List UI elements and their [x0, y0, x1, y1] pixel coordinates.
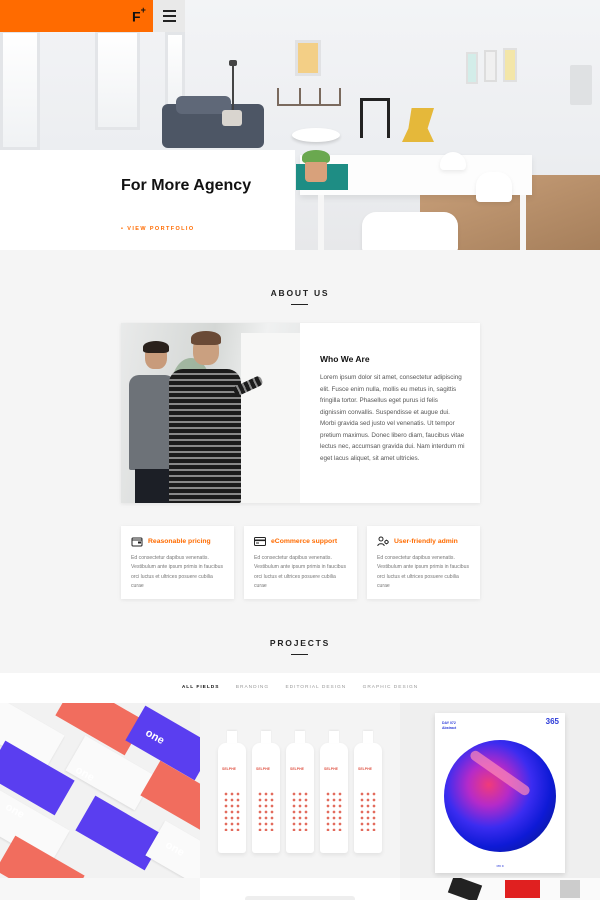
poster-day: DAY 072 [442, 721, 456, 725]
bottle-label: SELPHE [358, 767, 373, 771]
poster-artwork [444, 740, 556, 852]
about-body: Lorem ipsum dolor sit amet, consectetur … [320, 374, 465, 462]
poster-footer: 365 D [496, 864, 504, 868]
person [135, 469, 171, 503]
floor-lamp [229, 60, 237, 110]
feature-title: Reasonable pricing [148, 538, 211, 545]
cushion [222, 110, 242, 126]
filter-editorial-design[interactable]: EDITORIAL DESIGN [285, 685, 346, 690]
window [95, 30, 140, 130]
tile-preview [505, 880, 540, 898]
hamburger-icon [162, 10, 176, 12]
project-tile[interactable]: one one one one [0, 703, 200, 878]
table-leg [520, 195, 526, 250]
feature-body: Ed consectetur dapibus venenatis. Vestib… [131, 555, 224, 589]
tile-preview [560, 880, 580, 898]
bottle-pattern [325, 791, 343, 831]
poster-subtitle: DAY 072 Abstract [442, 721, 456, 731]
wall-art [484, 50, 497, 82]
bottle-label: SELPHE [324, 767, 339, 771]
section-divider [291, 654, 308, 655]
filter-branding[interactable]: BRANDING [236, 685, 269, 690]
feature-body: Ed consectetur dapibus venenatis. Vestib… [254, 555, 347, 589]
poster-caption: Abstract [442, 726, 457, 730]
hero-card: For More Agency • VIEW PORTFOLIO [0, 150, 295, 250]
person [191, 331, 221, 345]
credit-card-icon [254, 537, 266, 546]
bottle-pattern [359, 791, 377, 831]
feature-title: eCommerce support [271, 538, 338, 545]
hero-title: For More Agency [121, 177, 252, 194]
project-tile[interactable] [0, 878, 200, 900]
person [169, 369, 241, 503]
bottle-pattern [223, 791, 241, 831]
user-settings-icon [377, 536, 389, 547]
bottle-label: SELPHE [290, 767, 305, 771]
hero-image: For More Agency • VIEW PORTFOLIO [0, 0, 600, 250]
feature-body: Ed consectetur dapibus venenatis. Vestib… [377, 555, 470, 589]
poster-number: 365 [545, 717, 559, 726]
bottle-pattern [291, 791, 309, 831]
bottle-label: SELPHE [222, 767, 237, 771]
brand-bar: F+ [0, 0, 153, 32]
wall-shelf [277, 88, 341, 106]
black-chair [360, 98, 390, 138]
bottle: SELPHE [252, 731, 280, 853]
hamburger-icon [162, 20, 176, 22]
project-tile[interactable] [400, 878, 600, 900]
bottle: SELPHE [320, 731, 348, 853]
tile-preview [447, 878, 483, 900]
poster: DAY 072 Abstract 365 365 D [435, 713, 565, 873]
project-filters: ALL FIELDS BRANDING EDITORIAL DESIGN GRA… [0, 685, 600, 690]
section-divider [291, 304, 308, 305]
coffee-table [292, 128, 340, 142]
bottle-label: SELPHE [256, 767, 271, 771]
filter-graphic-design[interactable]: GRAPHIC DESIGN [363, 685, 419, 690]
window [0, 30, 40, 150]
project-tile[interactable]: DAY 072 Abstract 365 365 D [400, 703, 600, 878]
about-heading: Who We Are [320, 354, 370, 364]
bottle: SELPHE [286, 731, 314, 853]
white-chair [362, 212, 458, 250]
view-portfolio-link[interactable]: • VIEW PORTFOLIO [121, 226, 195, 232]
about-text: Who We Are Lorem ipsum dolor sit amet, c… [320, 354, 465, 464]
wall-art [466, 52, 478, 84]
logo[interactable]: F+ [132, 5, 146, 25]
hamburger-icon [162, 15, 176, 17]
bottle: SELPHE [218, 731, 246, 853]
table-leg [318, 195, 324, 250]
bottle: SELPHE [354, 731, 382, 853]
projects-section-title: PROJECTS [269, 638, 331, 648]
project-tile[interactable]: SELPHE SELPHE SELPHE SELPHE SELPHE [200, 703, 400, 878]
wall-art [503, 48, 517, 82]
plant-pot [305, 162, 327, 182]
menu-button[interactable] [153, 0, 185, 32]
person [143, 341, 169, 353]
feature-card: eCommerce support Ed consectetur dapibus… [244, 526, 357, 599]
wallet-icon [131, 537, 143, 547]
logo-mark: + [140, 5, 146, 15]
feature-card: User-friendly admin Ed consectetur dapib… [367, 526, 480, 599]
feature-title: User-friendly admin [394, 538, 458, 545]
bottle-pattern [257, 791, 275, 831]
team-photo [121, 323, 300, 503]
project-tile[interactable] [200, 878, 400, 900]
whiteboard [241, 333, 300, 503]
tile-preview [245, 896, 355, 900]
wall-art [295, 40, 321, 76]
about-card: Who We Are Lorem ipsum dolor sit amet, c… [121, 323, 480, 503]
filter-all-fields[interactable]: ALL FIELDS [182, 685, 220, 690]
intercom [570, 65, 592, 105]
logo-letter: F [132, 8, 141, 25]
white-chair [476, 172, 512, 202]
feature-card: Reasonable pricing Ed consectetur dapibu… [121, 526, 234, 599]
sofa [162, 96, 264, 148]
about-section-title: ABOUT US [270, 288, 330, 298]
